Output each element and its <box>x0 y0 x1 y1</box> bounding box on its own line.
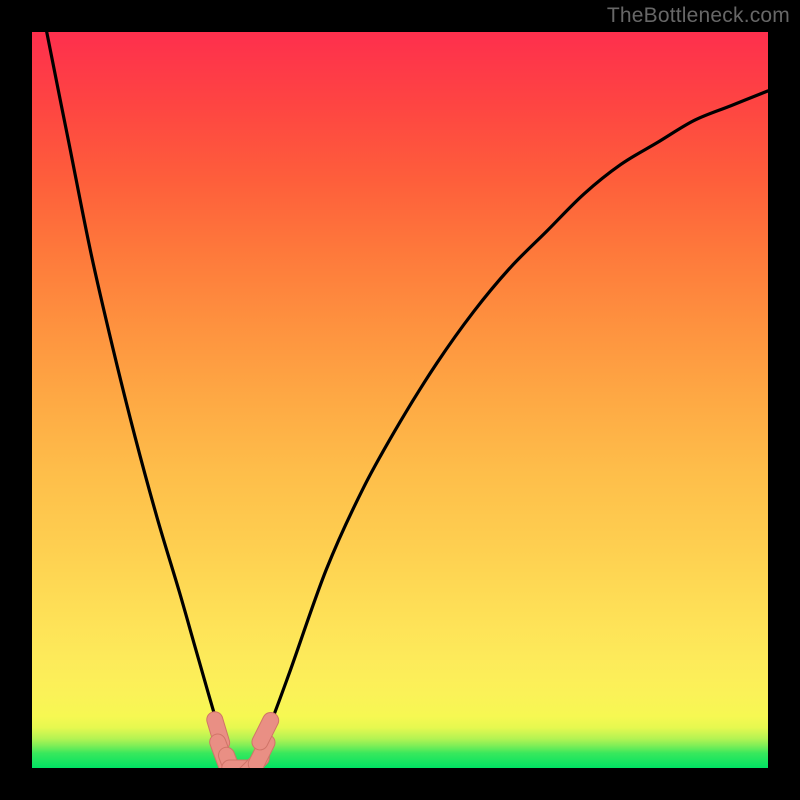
watermark-text: TheBottleneck.com <box>607 4 790 28</box>
chart-svg <box>32 32 768 768</box>
bottleneck-curve <box>32 32 768 768</box>
curve-marker <box>260 720 271 741</box>
plot-area <box>32 32 768 768</box>
chart-stage: TheBottleneck.com <box>0 0 800 800</box>
marker-layer <box>215 720 271 768</box>
curve-layer <box>32 32 768 768</box>
